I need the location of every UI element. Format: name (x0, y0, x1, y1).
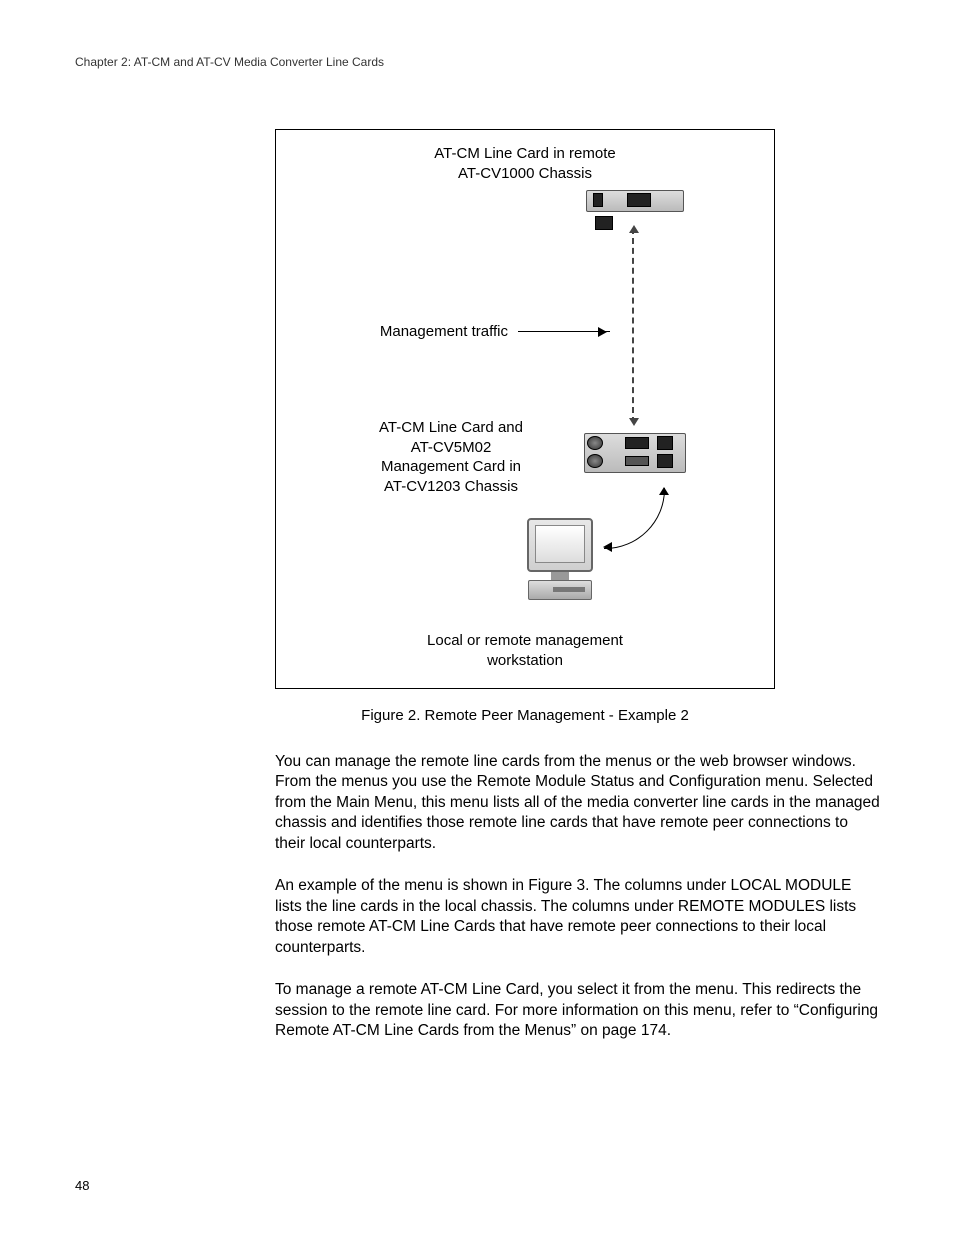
figure-label-mid: AT-CM Line Card andAT-CV5M02Management C… (336, 418, 566, 496)
local-chassis-icon (584, 433, 686, 473)
mgmt-traffic-arrow (518, 331, 610, 332)
remote-chassis-icon (586, 190, 684, 212)
management-traffic-link (632, 228, 634, 423)
figure-label-top: AT-CM Line Card in remoteAT-CV1000 Chass… (276, 144, 774, 183)
chapter-header: Chapter 2: AT-CM and AT-CV Media Convert… (75, 55, 879, 69)
workstation-icon (524, 518, 596, 600)
figure-diagram: AT-CM Line Card in remoteAT-CV1000 Chass… (275, 129, 775, 689)
figure-caption: Figure 2. Remote Peer Management - Examp… (275, 707, 775, 724)
paragraph-3: To manage a remote AT-CM Line Card, you … (275, 980, 880, 1041)
paragraph-1: You can manage the remote line cards fro… (275, 752, 880, 854)
page-number: 48 (75, 1178, 89, 1193)
figure-label-mgmt: Management traffic (338, 322, 508, 342)
body-text: You can manage the remote line cards fro… (275, 752, 880, 1041)
workstation-link-arrow (604, 488, 665, 549)
paragraph-2: An example of the menu is shown in Figur… (275, 876, 880, 958)
arrowhead-left-icon (598, 542, 612, 552)
figure-label-bottom: Local or remote managementworkstation (276, 631, 774, 670)
